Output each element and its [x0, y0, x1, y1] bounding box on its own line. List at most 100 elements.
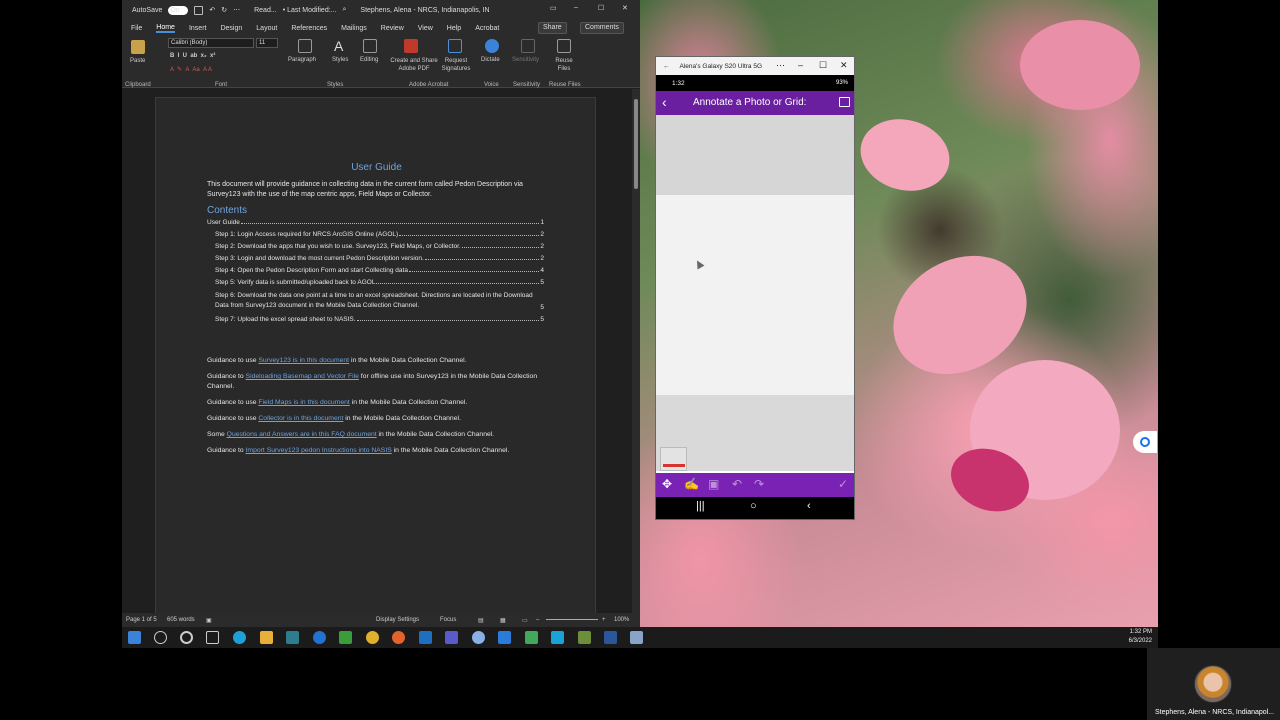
app-icon[interactable]	[525, 631, 538, 644]
toc-entry[interactable]: Step 7: Upload the excel spread sheet to…	[207, 316, 544, 323]
tab-references[interactable]: References	[291, 25, 327, 32]
guidance-link[interactable]: Field Maps is in this document	[258, 399, 349, 406]
read-mode-icon[interactable]: ▤	[478, 617, 484, 624]
font-name-select[interactable]: Calibri (Body)	[168, 38, 254, 48]
toc-entry[interactable]: Step 2: Download the apps that you wish …	[207, 243, 544, 250]
maximize-icon[interactable]: ☐	[598, 4, 604, 12]
close-icon[interactable]: ✕	[840, 60, 848, 71]
display-settings[interactable]: Display Settings	[376, 617, 419, 623]
search-icon[interactable]: ⌕	[343, 6, 347, 14]
close-icon[interactable]: ✕	[622, 4, 628, 12]
paragraph-label[interactable]: Paragraph	[288, 57, 316, 63]
styles-icon[interactable]: A	[334, 38, 343, 54]
page-count[interactable]: Page 1 of 5	[126, 617, 157, 623]
tab-home[interactable]: Home	[156, 24, 175, 33]
doc-filename[interactable]: Read...	[254, 7, 277, 14]
tab-view[interactable]: View	[418, 25, 433, 32]
tab-help[interactable]: Help	[447, 25, 461, 32]
participant-tile[interactable]: Stephens, Alena - NRCS, Indianapol...	[1147, 648, 1280, 720]
reuse-files-label[interactable]: Reuse Files	[554, 57, 574, 73]
sensitivity-icon[interactable]	[521, 39, 535, 53]
font-size-select[interactable]: 11	[256, 38, 278, 48]
app-icon[interactable]	[498, 631, 511, 644]
paste-icon[interactable]	[131, 40, 145, 54]
zoom-in-icon[interactable]: +	[602, 617, 606, 623]
zoom-slider[interactable]	[546, 619, 598, 620]
app-icon[interactable]	[630, 631, 643, 644]
annotation-canvas[interactable]	[656, 115, 854, 471]
app-icon[interactable]	[286, 631, 299, 644]
word-icon[interactable]	[604, 631, 617, 644]
dictate-label[interactable]: Dictate	[481, 57, 500, 63]
toc-entry[interactable]: Step 5: Verify data is submitted/uploade…	[207, 279, 544, 286]
guidance-link[interactable]: Collector is in this document	[258, 415, 343, 422]
assistant-icon[interactable]	[1133, 431, 1157, 453]
more-icon[interactable]: ⋯	[233, 6, 240, 14]
tab-file[interactable]: File	[131, 25, 142, 32]
tab-design[interactable]: Design	[220, 25, 242, 32]
microphone-icon[interactable]	[485, 39, 499, 53]
guidance-link[interactable]: Questions and Answers are in this FAQ do…	[227, 431, 377, 438]
back-chevron-icon[interactable]: ‹	[662, 94, 667, 110]
ribbon-display-icon[interactable]: ▭	[550, 4, 557, 12]
move-icon[interactable]: ✥	[662, 477, 672, 491]
cortana-icon[interactable]	[180, 631, 193, 644]
tab-review[interactable]: Review	[381, 25, 404, 32]
share-button[interactable]: Share	[538, 22, 567, 34]
canvas-grid-region[interactable]	[656, 195, 854, 395]
home-icon[interactable]: ○	[750, 500, 757, 512]
request-signatures-label[interactable]: Request Signatures	[440, 57, 472, 73]
taskbar-clock[interactable]: 1:32 PM 6/3/2022	[1129, 628, 1152, 646]
more-icon[interactable]: ⋯	[776, 60, 785, 71]
zoom-level[interactable]: 100%	[614, 617, 629, 623]
accessibility-icon[interactable]: ▣	[206, 617, 212, 624]
app-icon[interactable]	[472, 631, 485, 644]
edge-icon[interactable]	[233, 631, 246, 644]
image-icon[interactable]	[839, 97, 850, 107]
guidance-link[interactable]: Import Survey123 pedon Instructions into…	[246, 447, 392, 454]
word-count[interactable]: 605 words	[167, 617, 195, 623]
web-layout-icon[interactable]: ▭	[522, 617, 528, 624]
teams-icon[interactable]	[445, 631, 458, 644]
search-icon[interactable]	[154, 631, 167, 644]
recent-apps-icon[interactable]: |||	[696, 500, 705, 512]
guidance-link[interactable]: Survey123 is in this document	[258, 357, 349, 364]
toc-entry[interactable]: User Guide 1	[207, 219, 544, 226]
app-icon[interactable]	[339, 631, 352, 644]
account-name[interactable]: Stephens, Alena - NRCS, Indianapolis, IN	[360, 7, 489, 14]
firefox-icon[interactable]	[392, 631, 405, 644]
vertical-scrollbar[interactable]	[632, 89, 640, 613]
toc-entry[interactable]: Step 6: Download the data one point at a…	[207, 291, 544, 311]
request-signatures-icon[interactable]	[448, 39, 462, 53]
color-swatch[interactable]	[660, 447, 687, 471]
guidance-link[interactable]: Sideloading Basemap and Vector File	[246, 373, 359, 380]
editing-label[interactable]: Editing	[360, 57, 378, 63]
document-area[interactable]: User Guide This document will provide gu…	[122, 89, 632, 613]
pen-icon[interactable]: ✍	[684, 477, 699, 491]
autosave-toggle[interactable]: On	[168, 5, 189, 15]
font-color-icon[interactable]: A ✎ A Aa A A	[170, 66, 212, 73]
chrome-icon[interactable]	[366, 631, 379, 644]
redo-icon[interactable]: ↷	[754, 477, 764, 491]
sensitivity-label[interactable]: Sensitivity	[512, 57, 539, 63]
undo-icon[interactable]: ↶	[209, 6, 215, 14]
confirm-check-icon[interactable]: ✓	[838, 477, 848, 491]
editing-icon[interactable]	[363, 39, 377, 53]
tab-mailings[interactable]: Mailings	[341, 25, 367, 32]
tab-acrobat[interactable]: Acrobat	[475, 25, 499, 32]
focus-button[interactable]: Focus	[440, 617, 456, 623]
comments-button[interactable]: Comments	[580, 22, 624, 34]
outlook-icon[interactable]	[419, 631, 432, 644]
print-layout-icon[interactable]: ▦	[500, 617, 506, 624]
toc-entry[interactable]: Step 4: Open the Pedon Description Form …	[207, 267, 544, 274]
tab-insert[interactable]: Insert	[189, 25, 207, 32]
minimize-icon[interactable]: –	[798, 60, 803, 70]
redo-icon[interactable]: ↻	[221, 6, 227, 14]
create-share-pdf-label[interactable]: Create and Share Adobe PDF	[389, 57, 439, 73]
select-icon[interactable]: ▣	[708, 477, 719, 491]
toc-entry[interactable]: Step 1: Login Access required for NRCS A…	[207, 231, 544, 238]
tab-layout[interactable]: Layout	[256, 25, 277, 32]
maximize-icon[interactable]: ☐	[819, 60, 827, 71]
last-modified[interactable]: • Last Modified:...	[283, 7, 337, 14]
back-arrow-icon[interactable]: ←	[663, 63, 670, 70]
